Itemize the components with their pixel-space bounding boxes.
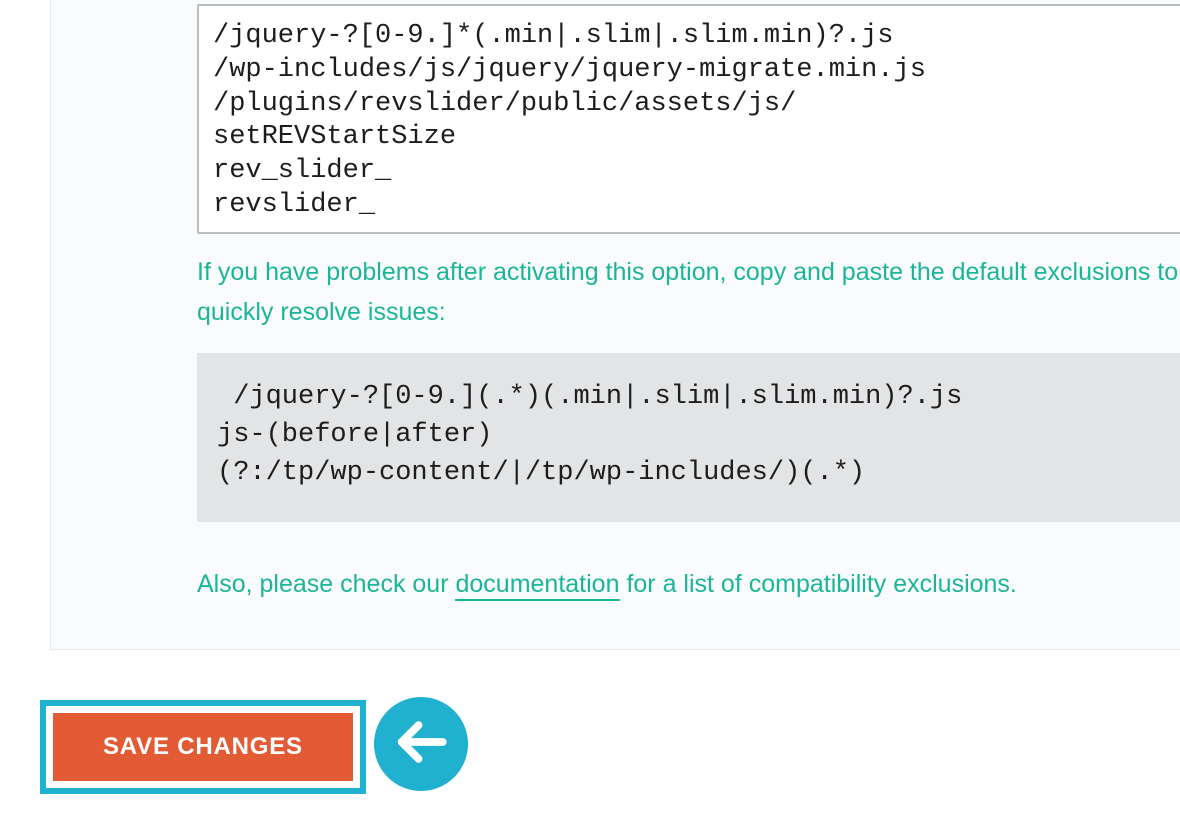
arrow-left-icon bbox=[392, 713, 450, 776]
settings-panel: If you have problems after activating th… bbox=[50, 0, 1180, 650]
default-exclusions-code: /jquery-?[0-9.](.*)(.min|.slim|.slim.min… bbox=[197, 353, 1180, 522]
arrow-left-badge bbox=[374, 697, 468, 791]
documentation-link[interactable]: documentation bbox=[455, 570, 619, 601]
doc-line-prefix: Also, please check our bbox=[197, 570, 455, 598]
documentation-line: Also, please check our documentation for… bbox=[197, 564, 1180, 604]
helper-text: If you have problems after activating th… bbox=[197, 252, 1180, 332]
exclusion-patterns-textarea[interactable] bbox=[197, 4, 1180, 234]
save-button-highlight: SAVE CHANGES bbox=[40, 700, 366, 794]
doc-line-suffix: for a list of compatibility exclusions. bbox=[620, 570, 1017, 598]
save-changes-button[interactable]: SAVE CHANGES bbox=[53, 713, 353, 781]
